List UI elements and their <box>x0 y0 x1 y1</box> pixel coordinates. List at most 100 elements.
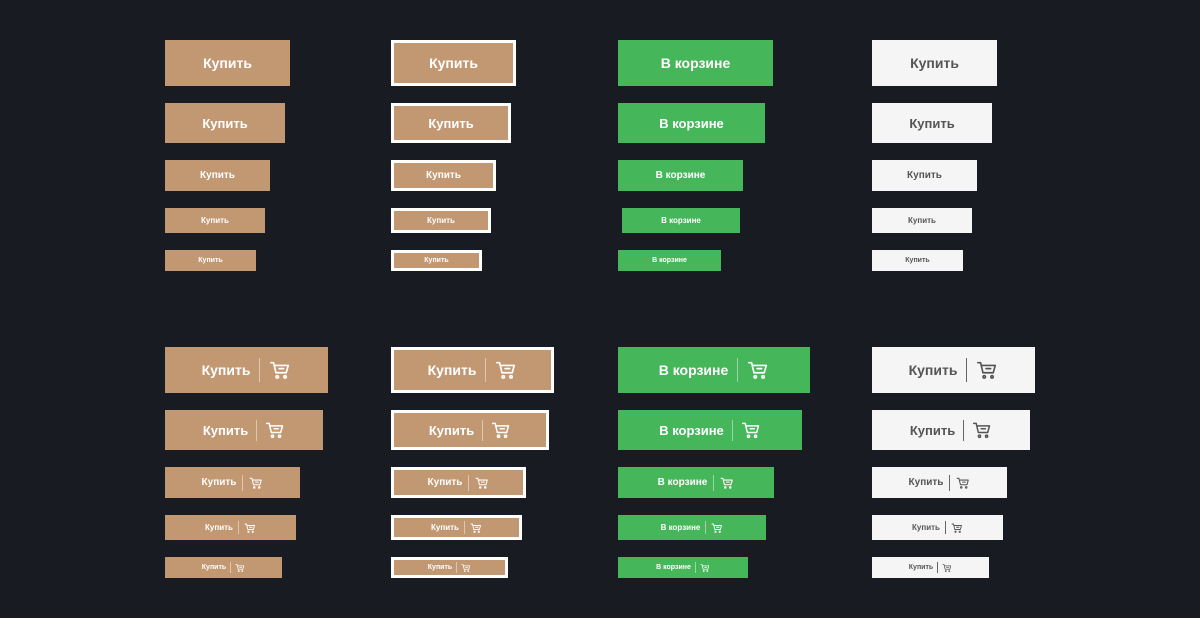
separator <box>713 474 715 491</box>
cart-icon <box>491 420 511 440</box>
separator <box>949 474 951 491</box>
button-label: В корзине <box>657 477 708 488</box>
cart-icon <box>249 476 263 490</box>
button-label: В корзине <box>659 422 724 438</box>
separator <box>463 521 465 534</box>
button-label: В корзине <box>661 216 701 225</box>
outline-button-size-4[interactable]: Купить <box>391 208 491 233</box>
button-label: Купить <box>908 216 936 225</box>
button-label: Купить <box>201 477 237 488</box>
outline-cart-button-size-3[interactable]: Купить <box>391 467 526 498</box>
button-label: В корзине <box>659 115 724 131</box>
cart-icon <box>951 522 963 534</box>
white-button-size-4[interactable]: Купить <box>872 208 972 233</box>
button-label: Купить <box>427 362 477 378</box>
button-label: Купить <box>201 564 227 571</box>
separator <box>966 358 968 382</box>
separator <box>485 358 487 382</box>
separator <box>731 419 733 441</box>
cart-icon <box>747 359 769 381</box>
separator <box>482 419 484 441</box>
green-cart-button-size-3[interactable]: В корзине <box>618 467 774 498</box>
button-label: В корзине <box>660 55 731 71</box>
outline-cart-button-size-5[interactable]: Купить <box>391 557 508 578</box>
green-cart-button-size-4[interactable]: В корзине <box>618 515 766 540</box>
button-label: В корзине <box>660 523 701 532</box>
primary-cart-button-size-1[interactable]: Купить <box>165 347 328 393</box>
primary-cart-button-size-3[interactable]: Купить <box>165 467 300 498</box>
button-label: Купить <box>200 170 235 181</box>
outline-button-size-1[interactable]: Купить <box>391 40 516 86</box>
green-cart-button-size-1[interactable]: В корзине <box>618 347 810 393</box>
outline-cart-button-size-1[interactable]: Купить <box>391 347 554 393</box>
button-label: В корзине <box>655 170 706 181</box>
white-cart-button-size-3[interactable]: Купить <box>872 467 1007 498</box>
primary-cart-button-size-4[interactable]: Купить <box>165 515 296 540</box>
green-button-size-3[interactable]: В корзине <box>618 160 743 191</box>
button-label: Купить <box>429 55 478 71</box>
primary-button-size-1[interactable]: Купить <box>165 40 290 86</box>
separator <box>242 474 244 491</box>
button-label: Купить <box>427 216 455 225</box>
cart-icon <box>461 563 471 573</box>
cart-icon <box>942 563 952 573</box>
button-label: Купить <box>427 477 463 488</box>
cart-icon <box>741 420 761 440</box>
green-button-size-2[interactable]: В корзине <box>618 103 765 143</box>
separator <box>944 521 946 534</box>
primary-cart-button-size-5[interactable]: Купить <box>165 557 282 578</box>
button-label: Купить <box>427 564 453 571</box>
white-cart-button-size-4[interactable]: Купить <box>872 515 1003 540</box>
white-button-size-3[interactable]: Купить <box>872 160 977 191</box>
button-label: В корзине <box>656 564 691 571</box>
cart-icon <box>475 476 489 490</box>
button-label: Купить <box>198 257 223 264</box>
white-button-size-1[interactable]: Купить <box>872 40 997 86</box>
button-label: Купить <box>202 422 249 438</box>
white-cart-button-size-1[interactable]: Купить <box>872 347 1035 393</box>
button-label: Купить <box>202 115 248 131</box>
button-label: Купить <box>431 523 459 532</box>
button-label: Купить <box>905 257 930 264</box>
primary-button-size-5[interactable]: Купить <box>165 250 256 271</box>
white-cart-button-size-2[interactable]: Купить <box>872 410 1030 450</box>
button-label: Купить <box>201 216 229 225</box>
green-button-size-1[interactable]: В корзине <box>618 40 773 86</box>
button-label: Купить <box>205 523 233 532</box>
white-button-size-5[interactable]: Купить <box>872 250 963 271</box>
button-label: Купить <box>428 115 474 131</box>
separator <box>256 419 258 441</box>
separator <box>237 521 239 534</box>
button-label: Купить <box>424 257 449 264</box>
outline-button-size-3[interactable]: Купить <box>391 160 496 191</box>
primary-cart-button-size-2[interactable]: Купить <box>165 410 323 450</box>
cart-icon <box>495 359 517 381</box>
white-cart-button-size-5[interactable]: Купить <box>872 557 989 578</box>
white-button-size-2[interactable]: Купить <box>872 103 992 143</box>
primary-button-size-4[interactable]: Купить <box>165 208 265 233</box>
button-label: Купить <box>908 362 958 378</box>
green-cart-button-size-2[interactable]: В корзине <box>618 410 802 450</box>
outline-button-size-2[interactable]: Купить <box>391 103 511 143</box>
button-label: В корзине <box>658 362 729 378</box>
separator <box>737 358 739 382</box>
green-button-size-4[interactable]: В корзине <box>622 208 740 233</box>
primary-button-size-3[interactable]: Купить <box>165 160 270 191</box>
cart-icon <box>244 522 256 534</box>
cart-icon <box>700 563 710 573</box>
cart-icon <box>711 522 723 534</box>
outline-button-size-5[interactable]: Купить <box>391 250 482 271</box>
primary-button-size-2[interactable]: Купить <box>165 103 285 143</box>
button-label: Купить <box>909 422 956 438</box>
separator <box>705 521 707 534</box>
cart-icon <box>976 359 998 381</box>
outline-cart-button-size-2[interactable]: Купить <box>391 410 549 450</box>
green-button-size-5[interactable]: В корзине <box>618 250 721 271</box>
cart-icon <box>720 476 734 490</box>
separator <box>230 562 232 573</box>
outline-cart-button-size-4[interactable]: Купить <box>391 515 522 540</box>
green-cart-button-size-5[interactable]: В корзине <box>618 557 748 578</box>
button-label: Купить <box>912 523 940 532</box>
button-label: Купить <box>203 55 252 71</box>
cart-icon <box>470 522 482 534</box>
